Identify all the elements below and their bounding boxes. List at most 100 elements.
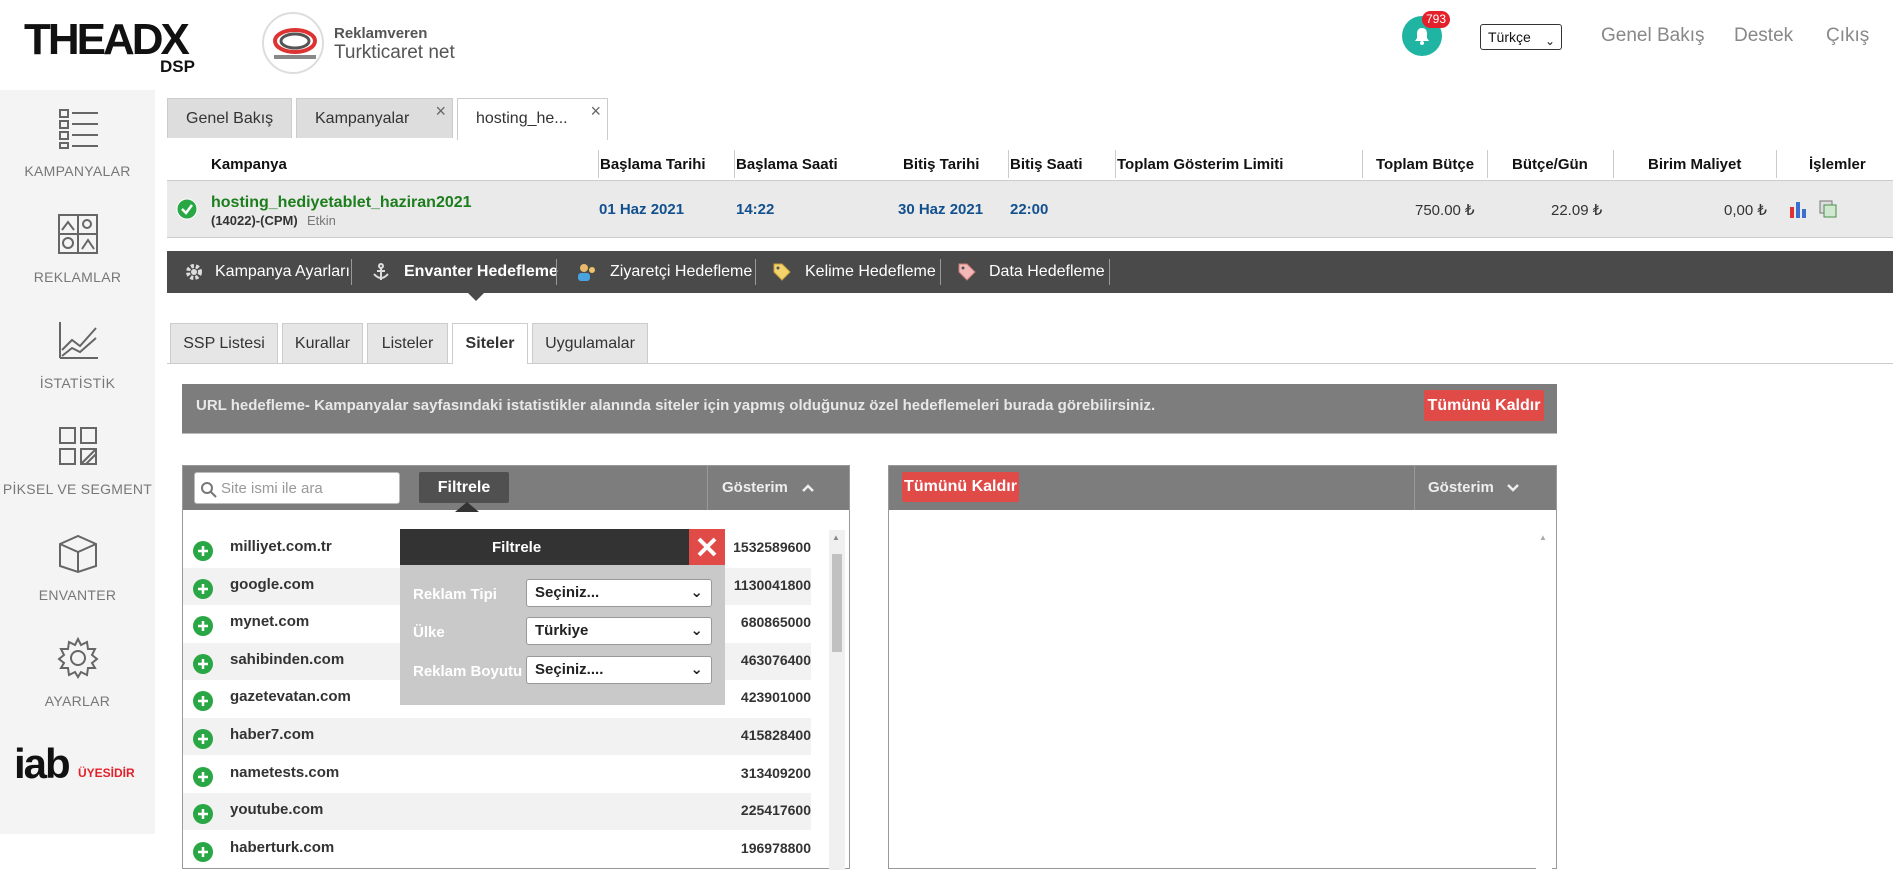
advertiser-name: Turkticaret net — [334, 42, 455, 63]
visitor-icon — [578, 264, 595, 281]
chevron-down-icon: ⌄ — [690, 622, 703, 639]
unit-cost-value: 0,00 ₺ — [1724, 202, 1767, 219]
ad-size-select[interactable]: Seçiniz.... ⌄ — [526, 656, 712, 684]
tab-overview[interactable]: Genel Bakış — [167, 98, 292, 138]
theadx-logo[interactable]: THEADX — [24, 18, 190, 62]
sidebar-item-label: REKLAMLAR — [33, 269, 122, 285]
add-site-button[interactable] — [193, 691, 213, 712]
language-select[interactable]: Türkçe ⌄ — [1480, 24, 1562, 50]
daily-budget-value: 22.09 ₺ — [1551, 202, 1603, 219]
add-site-button[interactable] — [193, 653, 213, 674]
remove-all-selected-button[interactable]: Tümünü Kaldır — [902, 472, 1019, 502]
scrollbar-thumb[interactable] — [832, 554, 842, 652]
col-header-actions: İşlemler — [1809, 156, 1866, 173]
nav-divider — [755, 259, 756, 285]
sidebar-item-campaigns[interactable]: KAMPANYALAR — [0, 106, 155, 179]
col-header-unit-cost: Birim Maliyet — [1648, 156, 1742, 173]
add-site-button[interactable] — [193, 578, 213, 599]
bell-icon — [1415, 28, 1429, 45]
popup-close-button[interactable] — [689, 529, 725, 565]
sidebar-item-inventory[interactable]: ENVANTER — [0, 530, 155, 603]
logo-subtitle: DSP — [160, 57, 195, 76]
filter-button[interactable]: Filtrele — [419, 472, 509, 503]
column-divider — [1008, 150, 1009, 178]
start-time-value: 14:22 — [736, 201, 775, 218]
nav-divider — [351, 259, 352, 285]
chevron-down-icon: ⌄ — [690, 661, 703, 678]
column-divider — [1362, 150, 1363, 178]
chevron-up-icon[interactable] — [801, 482, 815, 494]
nav-campaign-settings[interactable]: Kampanya Ayarları — [215, 251, 350, 293]
iab-member-label: ÜYESİDİR — [78, 766, 135, 780]
overview-link[interactable]: Genel Bakış — [1601, 25, 1705, 47]
add-site-button[interactable] — [193, 616, 213, 637]
remove-all-button[interactable]: Tümünü Kaldır — [1424, 390, 1544, 421]
plus-icon — [198, 846, 208, 857]
tag-icon — [773, 263, 791, 281]
site-impressions: 313409200 — [740, 764, 811, 781]
plus-icon — [198, 734, 208, 744]
add-site-button[interactable] — [193, 541, 213, 561]
scrollbar-track[interactable]: ▲ — [829, 530, 845, 870]
campaign-status: Etkin — [307, 213, 336, 228]
tab-campaign-detail[interactable]: hosting_he... × — [457, 98, 608, 140]
tab-apps[interactable]: Uygulamalar — [532, 323, 648, 363]
add-site-button[interactable] — [193, 766, 213, 787]
targeting-nav: Kampanya Ayarları Envanter Hedefleme Ziy… — [167, 251, 1893, 301]
sidebar-item-settings[interactable]: AYARLAR — [0, 636, 155, 709]
site-row: haberturk.com 196978800 — [183, 830, 811, 868]
tab-campaigns[interactable]: Kampanyalar × — [296, 98, 453, 138]
col-header-start-time: Başlama Saati — [736, 156, 838, 173]
add-site-button[interactable] — [193, 729, 213, 749]
add-site-button[interactable] — [193, 841, 213, 862]
language-value: Türkçe — [1488, 29, 1531, 45]
campaign-row: hosting_hediyetablet_haziran2021 (14022)… — [167, 180, 1893, 238]
site-name: youtube.com — [230, 801, 324, 819]
gear-icon — [186, 264, 202, 280]
close-icon[interactable]: × — [590, 91, 601, 131]
scrollbar-track[interactable]: ▲ — [1536, 530, 1552, 870]
list-icon — [58, 109, 98, 149]
bar-chart-icon[interactable] — [1789, 199, 1809, 219]
site-name: google.com — [230, 575, 315, 593]
scroll-up-arrow[interactable]: ▲ — [832, 533, 840, 542]
active-indicator — [468, 293, 484, 301]
impression-col-header[interactable]: Gösterim — [722, 479, 788, 496]
total-budget-value: 750.00 ₺ — [1415, 202, 1475, 219]
chevron-down-icon[interactable] — [1506, 482, 1520, 494]
plus-icon — [198, 809, 208, 820]
check-circle-icon — [176, 198, 198, 220]
popup-header: Filtrele — [400, 529, 725, 565]
end-date-value: 30 Haz 2021 — [898, 201, 984, 218]
tab-ssp-list[interactable]: SSP Listesi — [170, 323, 278, 363]
scroll-up-arrow[interactable]: ▲ — [1539, 533, 1547, 542]
tab-rules[interactable]: Kurallar — [282, 323, 363, 363]
campaign-name-link[interactable]: hosting_hediyetablet_haziran2021 — [211, 194, 472, 212]
nav-keyword-targeting[interactable]: Kelime Hedefleme — [805, 251, 936, 293]
close-icon[interactable]: × — [435, 91, 446, 131]
tab-label: Genel Bakış — [186, 110, 274, 127]
support-link[interactable]: Destek — [1734, 25, 1793, 47]
url-targeting-info-bar: URL hedefleme- Kampanyalar sayfasındaki … — [182, 384, 1557, 434]
tab-label: Kampanyalar — [315, 110, 410, 127]
nav-divider — [556, 259, 557, 285]
impression-col-header[interactable]: Gösterim — [1428, 479, 1494, 496]
sidebar-item-statistics[interactable]: İSTATİSTİK — [0, 318, 155, 391]
site-row: youtube.com 225417600 — [183, 793, 811, 831]
copy-icon[interactable] — [1818, 199, 1838, 219]
nav-visitor-targeting[interactable]: Ziyaretçi Hedefleme — [610, 251, 752, 293]
nav-data-targeting[interactable]: Data Hedefleme — [989, 251, 1105, 293]
site-name: milliyet.com.tr — [230, 538, 332, 555]
ad-type-select[interactable]: Seçiniz... ⌄ — [526, 579, 712, 607]
add-site-button[interactable] — [193, 804, 213, 825]
tab-sites[interactable]: Siteler — [452, 323, 528, 364]
column-divider — [1487, 150, 1488, 178]
logout-link[interactable]: Çıkış — [1826, 25, 1869, 47]
sidebar-item-ads[interactable]: REKLAMLAR — [0, 212, 155, 285]
country-select[interactable]: Türkiye ⌄ — [526, 617, 712, 645]
info-text: URL hedefleme- Kampanyalar sayfasındaki … — [196, 397, 1156, 414]
site-search-input[interactable]: Site ismi ile ara — [194, 472, 400, 504]
sidebar-item-pixel-segment[interactable]: PİKSEL VE SEGMENT — [0, 424, 155, 497]
tab-lists[interactable]: Listeler — [367, 323, 448, 363]
nav-inventory-targeting[interactable]: Envanter Hedefleme — [404, 251, 558, 293]
